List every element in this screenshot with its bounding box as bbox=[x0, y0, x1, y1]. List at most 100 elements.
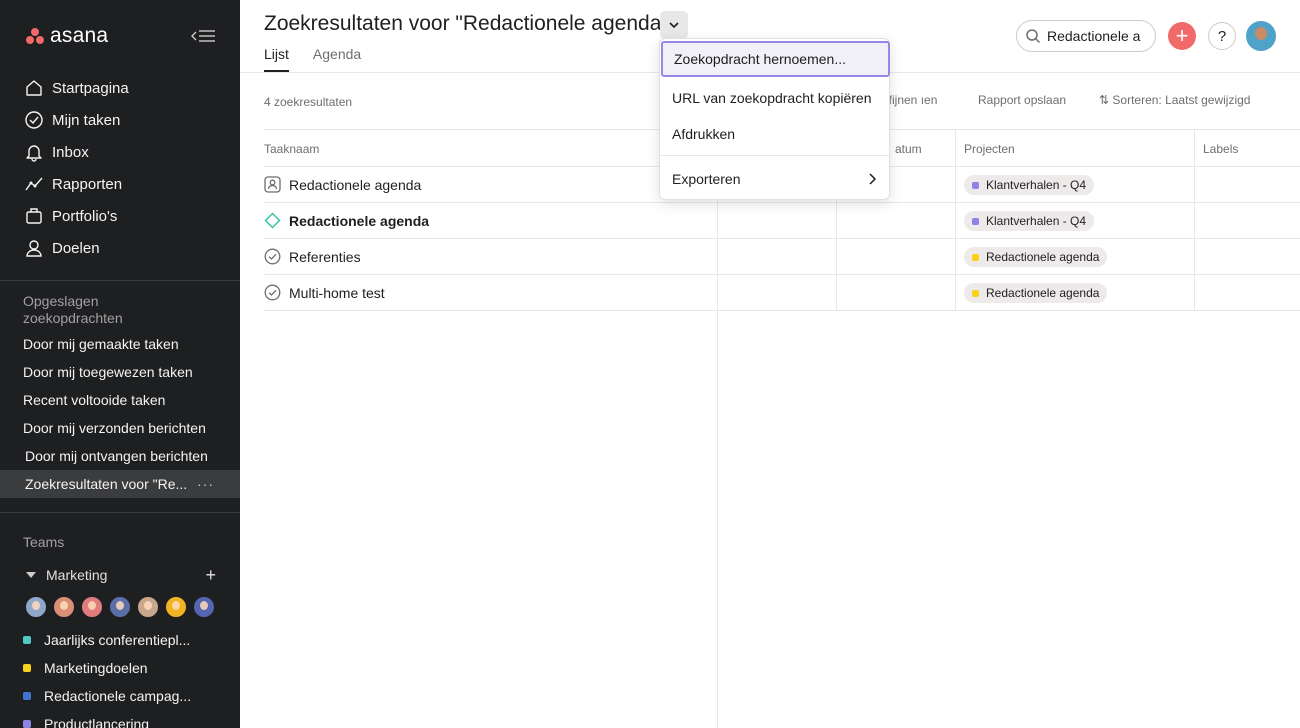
project-item[interactable]: Productlancering bbox=[23, 710, 223, 728]
project-tag-label: Klantverhalen - Q4 bbox=[986, 178, 1087, 192]
menu-item-label: Exporteren bbox=[672, 171, 741, 187]
more-options-icon[interactable]: ··· bbox=[197, 476, 214, 492]
sidebar: asana Startpagina Mijn taken Inbox Rappo… bbox=[0, 0, 240, 728]
project-tag-label: Redactionele agenda bbox=[986, 286, 1100, 300]
project-item[interactable]: Jaarlijks conferentiepl... bbox=[23, 626, 223, 654]
task-name: Multi-home test bbox=[289, 284, 385, 301]
project-label: Jaarlijks conferentiepl... bbox=[44, 632, 191, 648]
user-avatar[interactable] bbox=[1246, 21, 1276, 51]
team-name: Marketing bbox=[46, 567, 108, 583]
sidebar-nav: Startpagina Mijn taken Inbox Rapporten P… bbox=[16, 72, 226, 264]
milestone-icon[interactable] bbox=[264, 212, 281, 229]
menu-item-export[interactable]: Exporteren bbox=[660, 161, 889, 197]
logo-text: asana bbox=[50, 24, 109, 47]
project-color-dot bbox=[972, 181, 979, 189]
project-color-square bbox=[23, 692, 31, 700]
task-name: Referenties bbox=[289, 248, 361, 265]
search-options-menu: Zoekopdracht hernoemen... URL van zoekop… bbox=[659, 38, 890, 200]
saved-search-item-active[interactable]: Zoekresultaten voor "Re... ··· bbox=[0, 470, 240, 498]
chevron-right-icon bbox=[869, 173, 877, 185]
saved-search-item[interactable]: Door mij ontvangen berichten bbox=[0, 442, 240, 470]
project-color-dot bbox=[972, 289, 979, 297]
column-header-date[interactable]: atum bbox=[895, 130, 922, 167]
asana-logo[interactable]: asana bbox=[26, 24, 108, 48]
home-icon bbox=[24, 78, 44, 98]
project-label: Marketingdoelen bbox=[44, 660, 148, 676]
task-name: Redactionele agenda bbox=[289, 176, 422, 193]
teams-title: Teams bbox=[23, 534, 65, 550]
project-item[interactable]: Redactionele campag... bbox=[23, 682, 223, 710]
project-color-dot bbox=[972, 217, 979, 225]
saved-search-item[interactable]: Door mij toegewezen taken bbox=[0, 358, 240, 386]
sidebar-item-doelen[interactable]: Doelen bbox=[16, 232, 226, 264]
avatar[interactable] bbox=[192, 595, 216, 619]
project-label: Redactionele campag... bbox=[44, 688, 192, 704]
saved-search-label: Recent voltooide taken bbox=[23, 392, 166, 408]
project-item[interactable]: Marketingdoelen bbox=[23, 654, 223, 682]
avatar[interactable] bbox=[24, 595, 48, 619]
collapse-menu-icon bbox=[191, 30, 215, 42]
menu-item-rename-search[interactable]: Zoekopdracht hernoemen... bbox=[661, 41, 890, 77]
menu-item-copy-url[interactable]: URL van zoekopdracht kopiëren bbox=[660, 80, 889, 116]
column-header-projecten[interactable]: Projecten bbox=[964, 130, 1015, 167]
save-report-button[interactable]: Rapport opslaan bbox=[978, 93, 1066, 107]
team-projects-list: Jaarlijks conferentiepl... Marketingdoel… bbox=[23, 626, 223, 728]
project-tag[interactable]: Klantverhalen - Q4 bbox=[964, 175, 1095, 195]
project-tag[interactable]: Redactionele agenda bbox=[964, 247, 1108, 267]
saved-search-label: Door mij toegewezen taken bbox=[23, 364, 193, 380]
bell-icon bbox=[24, 142, 44, 162]
sidebar-item-mijn-taken[interactable]: Mijn taken bbox=[16, 104, 226, 136]
collapse-sidebar-button[interactable] bbox=[190, 26, 216, 46]
tab-lijst[interactable]: Lijst bbox=[264, 44, 289, 72]
help-button[interactable]: ? bbox=[1208, 22, 1236, 50]
create-button[interactable]: + bbox=[1168, 22, 1196, 50]
column-header-labels[interactable]: Labels bbox=[1203, 130, 1238, 167]
project-label: Productlancering bbox=[44, 716, 150, 728]
team-marketing[interactable]: Marketing + bbox=[26, 564, 216, 586]
saved-search-label: Door mij gemaakte taken bbox=[23, 336, 179, 352]
saved-searches-title: Opgeslagen zoekopdrachten bbox=[23, 293, 123, 326]
avatar[interactable] bbox=[80, 595, 104, 619]
sidebar-item-label: Rapporten bbox=[52, 175, 123, 193]
project-color-square bbox=[23, 664, 31, 672]
avatar[interactable] bbox=[164, 595, 188, 619]
folder-icon bbox=[24, 206, 44, 226]
saved-search-item[interactable]: Door mij gemaakte taken bbox=[0, 330, 240, 358]
chart-line-icon bbox=[24, 174, 44, 194]
sidebar-item-rapporten[interactable]: Rapporten bbox=[16, 168, 226, 200]
avatar[interactable] bbox=[136, 595, 160, 619]
sidebar-divider bbox=[0, 280, 240, 281]
menu-divider bbox=[660, 155, 889, 156]
task-name: Redactionele agenda bbox=[289, 212, 430, 229]
add-team-member-button[interactable]: + bbox=[205, 565, 216, 586]
table-row[interactable]: Multi-home test Redactionele agenda bbox=[264, 275, 1300, 311]
approval-icon[interactable] bbox=[264, 176, 281, 193]
sort-button[interactable]: ⇅ Sorteren: Laatst gewijzigd bbox=[1099, 93, 1250, 107]
sidebar-item-startpagina[interactable]: Startpagina bbox=[16, 72, 226, 104]
check-circle-icon[interactable] bbox=[264, 248, 281, 265]
saved-search-item[interactable]: Door mij verzonden berichten bbox=[0, 414, 240, 442]
sidebar-item-inbox[interactable]: Inbox bbox=[16, 136, 226, 168]
result-count: 4 zoekresultaten bbox=[264, 95, 353, 109]
asana-logo-icon bbox=[26, 28, 45, 44]
sidebar-item-label: Inbox bbox=[52, 143, 89, 161]
menu-item-print[interactable]: Afdrukken bbox=[660, 116, 889, 152]
avatar[interactable] bbox=[52, 595, 76, 619]
page-title: Zoekresultaten voor "Redactionele agenda… bbox=[264, 12, 669, 35]
sidebar-item-portfolios[interactable]: Portfolio's bbox=[16, 200, 226, 232]
table-row[interactable]: Referenties Redactionele agenda bbox=[264, 239, 1300, 275]
check-circle-icon bbox=[24, 110, 44, 130]
tab-agenda[interactable]: Agenda bbox=[313, 44, 361, 72]
project-color-dot bbox=[972, 253, 979, 261]
table-row[interactable]: Redactionele agenda Klantverhalen - Q4 bbox=[264, 203, 1300, 239]
project-tag[interactable]: Klantverhalen - Q4 bbox=[964, 211, 1095, 231]
sidebar-item-label: Mijn taken bbox=[52, 111, 121, 129]
avatar[interactable] bbox=[108, 595, 132, 619]
search-box[interactable] bbox=[1016, 20, 1156, 52]
project-tag[interactable]: Redactionele agenda bbox=[964, 283, 1108, 303]
title-dropdown-button[interactable] bbox=[660, 11, 688, 39]
saved-search-item[interactable]: Recent voltooide taken bbox=[0, 386, 240, 414]
search-input[interactable] bbox=[1047, 28, 1143, 44]
column-header-taaknaam[interactable]: Taaknaam bbox=[264, 130, 319, 167]
check-circle-icon[interactable] bbox=[264, 284, 281, 301]
